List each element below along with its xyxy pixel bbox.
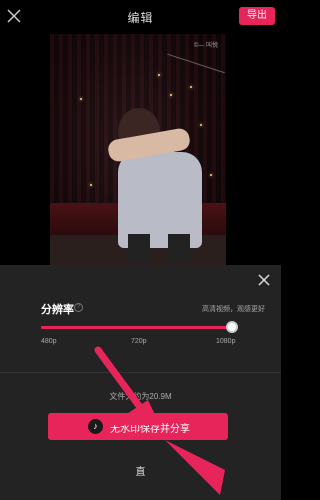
direct-publish-link[interactable]: 直: [0, 463, 281, 478]
export-button[interactable]: 导出: [239, 7, 275, 25]
close-icon[interactable]: [257, 273, 271, 287]
tiktok-logo-icon: ♪: [88, 419, 103, 434]
top-bar: 编辑 导出: [0, 0, 281, 34]
save-and-share-button[interactable]: ♪ 无水印保存并分享: [48, 413, 228, 440]
info-icon[interactable]: ?: [74, 303, 83, 312]
person-leg: [128, 234, 150, 264]
resolution-label: 分辨率: [41, 304, 74, 316]
person-leg: [168, 234, 190, 264]
slider-thumb[interactable]: [226, 321, 238, 333]
video-preview[interactable]: ©— 叫悦: [50, 34, 226, 265]
video-watermark: ©— 叫悦: [193, 43, 218, 49]
file-size-text: 文件大约为20.9M: [109, 392, 172, 401]
sparkle: [210, 174, 212, 176]
tick-label: 480p: [41, 338, 57, 345]
sparkle: [200, 124, 202, 126]
sparkle: [80, 98, 82, 100]
share-button-label: 无水印保存并分享: [110, 424, 190, 435]
resolution-slider[interactable]: [41, 326, 232, 329]
resolution-hint: 高清视频，观感更好: [202, 306, 265, 313]
sparkle: [90, 184, 92, 186]
tick-label: 720p: [131, 338, 147, 345]
slider-fill: [41, 326, 232, 329]
tick-label: 1080p: [216, 338, 236, 345]
divider: [0, 372, 281, 373]
export-panel: 分辨率 ? 高清视频，观感更好 480p 720p 1080p 文件大约为20.…: [0, 265, 281, 500]
